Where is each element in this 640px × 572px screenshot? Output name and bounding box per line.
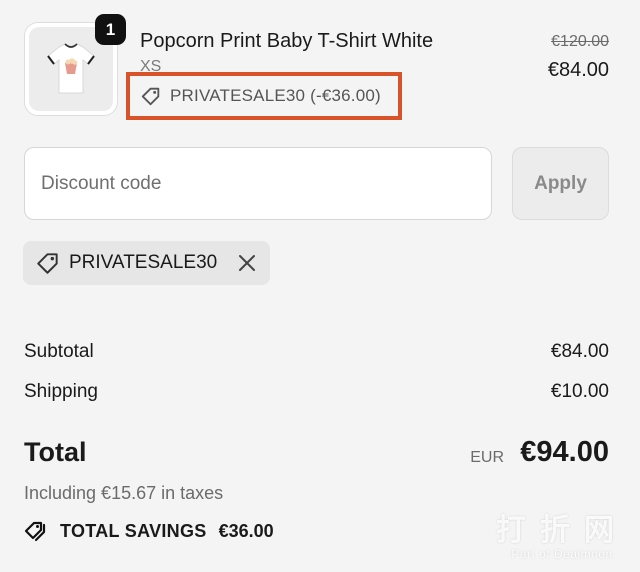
subtotal-label: Subtotal	[24, 341, 94, 362]
watermark-logo: 打折网	[496, 514, 628, 547]
savings-value: €36.00	[218, 520, 274, 541]
tag-icon	[37, 253, 58, 274]
line-discount-highlight: PRIVATESALE30 (-€36.00)	[126, 72, 402, 120]
shipping-value: €10.00	[550, 381, 609, 402]
taxes-note: Including €15.67 in taxes	[24, 483, 224, 503]
line-discount-text: PRIVATESALE30 (-€36.00)	[170, 86, 381, 105]
checkout-order-summary: 1 Popcorn Print Baby T-Shirt White XS €1…	[0, 0, 640, 572]
subtotal-value: €84.00	[550, 341, 609, 362]
shipping-label: Shipping	[24, 381, 98, 402]
discount-code-input[interactable]	[24, 147, 492, 220]
close-icon	[239, 255, 255, 271]
total-value: €94.00	[520, 436, 609, 468]
tag-icon	[141, 87, 160, 106]
original-price: €120.00	[551, 33, 609, 50]
applied-code-label: PRIVATESALE30	[69, 252, 218, 273]
apply-button[interactable]: Apply	[512, 147, 609, 220]
currency-code: EUR	[470, 449, 504, 466]
savings-label: TOTAL SAVINGS	[60, 520, 207, 541]
product-name: Popcorn Print Baby T-Shirt White	[140, 30, 434, 52]
discounted-price: €84.00	[547, 59, 609, 81]
total-savings: TOTAL SAVINGS €36.00	[24, 517, 274, 545]
savings-tag-icon	[24, 521, 46, 542]
applied-discount-chip: PRIVATESALE30	[23, 241, 270, 285]
total-label: Total	[24, 437, 87, 467]
quantity-badge: 1	[95, 14, 126, 45]
tshirt-image	[47, 43, 95, 94]
remove-discount-button[interactable]	[236, 252, 258, 274]
watermark-subtitle: Part of Dealmoon	[511, 547, 613, 561]
watermark: 打折网 Part of Dealmoon	[496, 505, 628, 561]
